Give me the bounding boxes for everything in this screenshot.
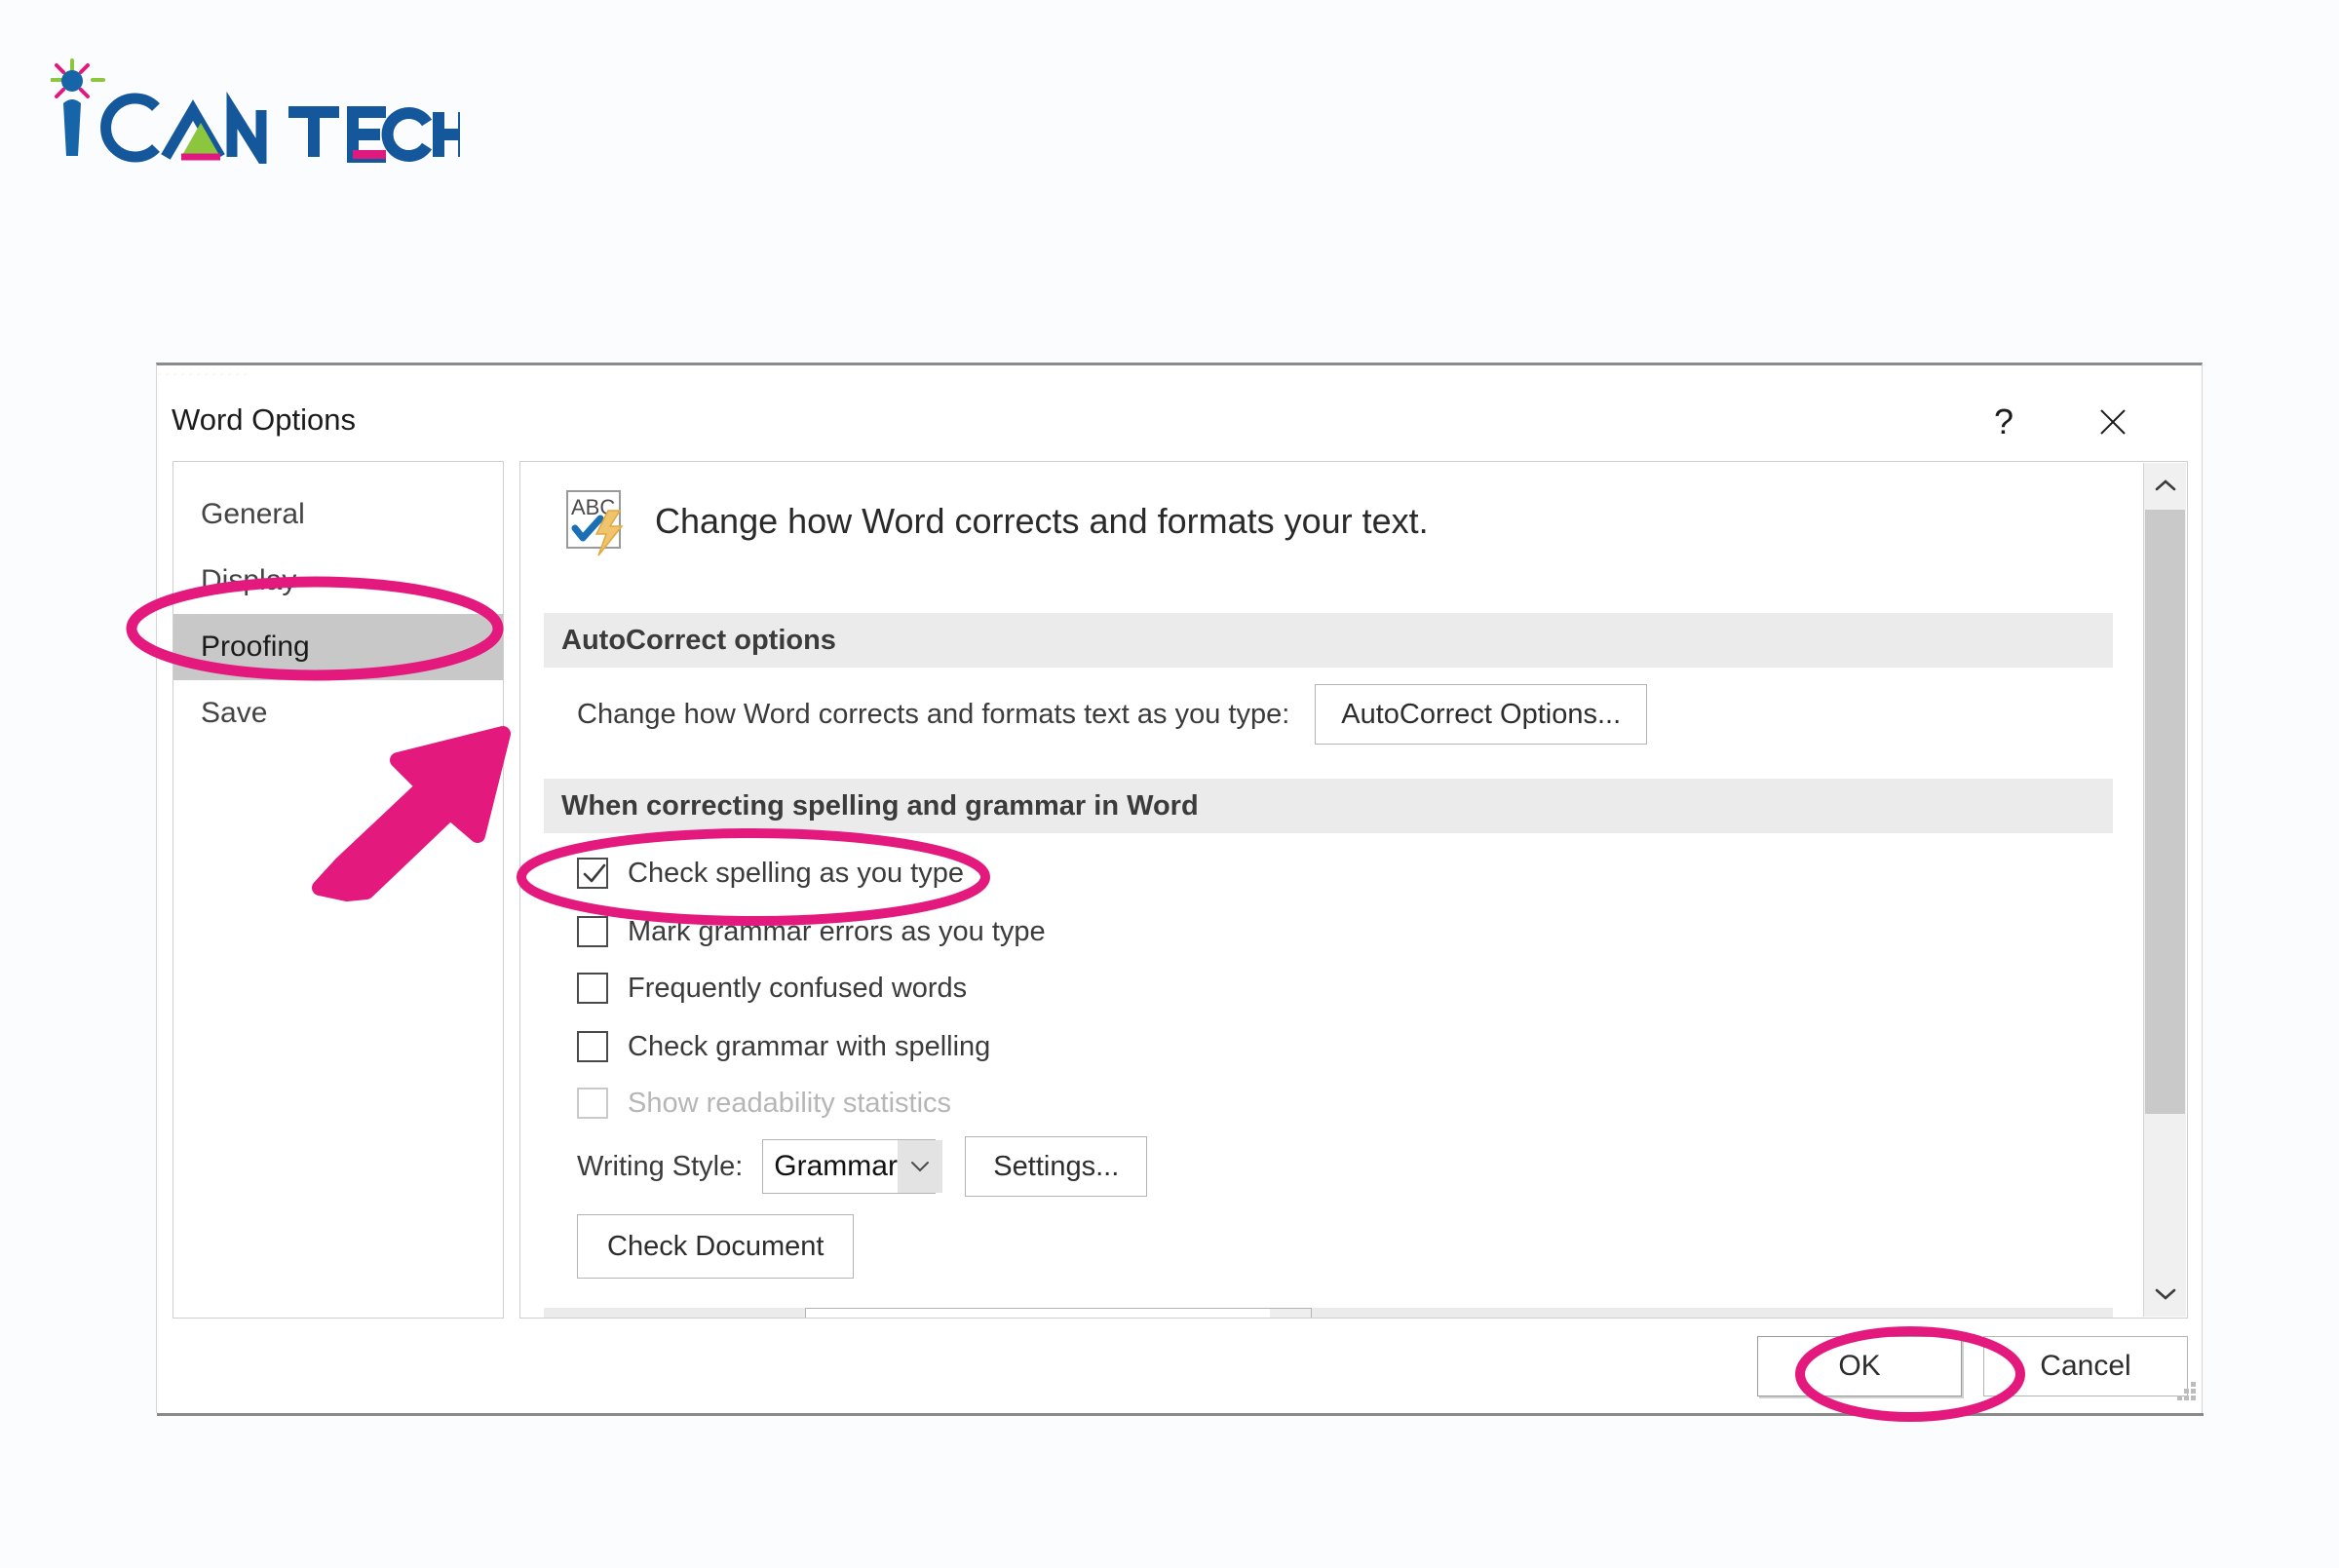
section-header-spelling-grammar: When correcting spelling and grammar in … — [544, 779, 2113, 833]
sidebar-item-label: General — [201, 498, 305, 530]
checkbox-frequently-confused[interactable] — [577, 973, 608, 1004]
autocorrect-options-button[interactable]: AutoCorrect Options... — [1315, 684, 1648, 745]
options-content-pane: ABC Change how Word corrects and formats… — [519, 461, 2188, 1319]
sidebar-item-display[interactable]: Display — [173, 548, 503, 614]
brand-logo-svg — [51, 58, 460, 164]
sidebar-item-label: Proofing — [201, 631, 310, 663]
exceptions-dropdown[interactable]: W New Microsoft Word Document — [805, 1308, 1312, 1318]
content-scrollbar[interactable] — [2143, 463, 2186, 1317]
checkbox-label: Frequently confused words — [628, 972, 968, 1004]
panel-header-text: Change how Word corrects and formats you… — [655, 501, 1429, 541]
grammar-settings-button[interactable]: Settings... — [965, 1136, 1148, 1197]
writing-style-label: Writing Style: — [577, 1150, 744, 1182]
dialog-titlebar: Word Options ? — [157, 385, 2204, 461]
panel-header: ABC Change how Word corrects and formats… — [561, 485, 1429, 557]
proofing-panel: ABC Change how Word corrects and formats… — [520, 462, 2133, 1318]
checkbox-row-frequently-confused[interactable]: Frequently confused words — [577, 967, 967, 1010]
cancel-button[interactable]: Cancel — [1983, 1336, 2188, 1396]
help-icon[interactable]: ? — [1970, 393, 2038, 451]
chevron-down-icon[interactable] — [897, 1140, 942, 1193]
checkbox-mark-grammar[interactable] — [577, 916, 608, 947]
checkbox-label: Check grammar with spelling — [628, 1030, 991, 1062]
dialog-title: Word Options — [172, 402, 356, 437]
checkbox-row-check-grammar-with-spelling[interactable]: Check grammar with spelling — [577, 1025, 990, 1068]
sidebar-item-label: Save — [201, 697, 268, 729]
scroll-up-icon[interactable] — [2144, 463, 2186, 508]
writing-style-row: Writing Style: Grammar Settings... — [577, 1136, 1148, 1197]
logo-letter-c2 — [381, 107, 433, 162]
checkbox-row-check-spelling[interactable]: Check spelling as you type — [577, 852, 964, 895]
logo-person-body — [63, 99, 81, 156]
writing-style-value: Grammar — [774, 1150, 898, 1182]
chevron-down-glyph — [910, 1162, 929, 1172]
ok-button-label: OK — [1838, 1350, 1881, 1382]
scrollbar-thumb[interactable] — [2145, 510, 2185, 1114]
dialog-bottom-border — [157, 1413, 2204, 1416]
checkbox-row-mark-grammar[interactable]: Mark grammar errors as you type — [577, 910, 1046, 953]
checkbox-label: Mark grammar errors as you type — [628, 915, 1046, 947]
writing-style-dropdown[interactable]: Grammar — [762, 1139, 942, 1194]
checkbox-readability-statistics — [577, 1088, 608, 1119]
section-header-autocorrect: AutoCorrect options — [544, 613, 2113, 668]
sidebar-item-general[interactable]: General — [173, 481, 503, 548]
checkmark-icon — [583, 863, 606, 883]
check-document-button-label: Check Document — [607, 1230, 824, 1262]
ok-button[interactable]: OK — [1757, 1336, 1962, 1396]
close-icon-glyph — [2100, 409, 2126, 435]
chevron-down-icon[interactable] — [1270, 1309, 1311, 1318]
chevron-down-glyph — [2155, 1288, 2175, 1300]
sidebar-item-proofing[interactable]: Proofing — [173, 614, 503, 680]
dialog-footer: OK Cancel — [157, 1319, 2204, 1416]
logo-letter-e-pink-bar — [353, 150, 386, 159]
cancel-button-label: Cancel — [2040, 1350, 2131, 1382]
section-header-label: AutoCorrect options — [561, 624, 836, 656]
ribbon-remnant: ············ — [157, 365, 250, 382]
word-options-dialog: ············ Word Options ? General Disp… — [156, 363, 2204, 1416]
exceptions-row: Exceptions for: W — [544, 1308, 2113, 1318]
scroll-down-icon[interactable] — [2144, 1272, 2186, 1317]
checkbox-row-readability-statistics: Show readability statistics — [577, 1082, 951, 1125]
check-document-button[interactable]: Check Document — [577, 1214, 855, 1279]
grammar-settings-button-label: Settings... — [993, 1150, 1120, 1182]
close-icon[interactable] — [2079, 393, 2147, 451]
logo-letter-h — [433, 112, 460, 157]
checkbox-label: Check spelling as you type — [628, 857, 964, 889]
section-header-label: When correcting spelling and grammar in … — [561, 789, 1199, 822]
sidebar-item-save[interactable]: Save — [173, 680, 503, 746]
logo-letter-c — [100, 93, 160, 163]
logo-letter-n — [226, 91, 267, 164]
abc-spellcheck-icon: ABC — [566, 490, 624, 556]
dialog-body: General Display Proofing Save ABC Change… — [157, 461, 2204, 1319]
checkbox-check-grammar-with-spelling[interactable] — [577, 1031, 608, 1062]
logo-person-head — [61, 70, 83, 92]
checkbox-check-spelling[interactable] — [577, 858, 608, 889]
chevron-up-glyph — [2155, 479, 2175, 491]
resize-grip-icon[interactable] — [2176, 1381, 2198, 1402]
checkbox-label: Show readability statistics — [628, 1087, 952, 1119]
logo-letter-t — [288, 106, 339, 157]
autocorrect-row: Change how Word corrects and formats tex… — [577, 684, 1648, 745]
sidebar-item-label: Display — [201, 564, 297, 596]
autocorrect-options-button-label: AutoCorrect Options... — [1341, 698, 1622, 730]
autocorrect-row-label: Change how Word corrects and formats tex… — [577, 698, 1290, 730]
brand-logo — [51, 57, 460, 164]
options-sidebar: General Display Proofing Save — [173, 461, 504, 1319]
